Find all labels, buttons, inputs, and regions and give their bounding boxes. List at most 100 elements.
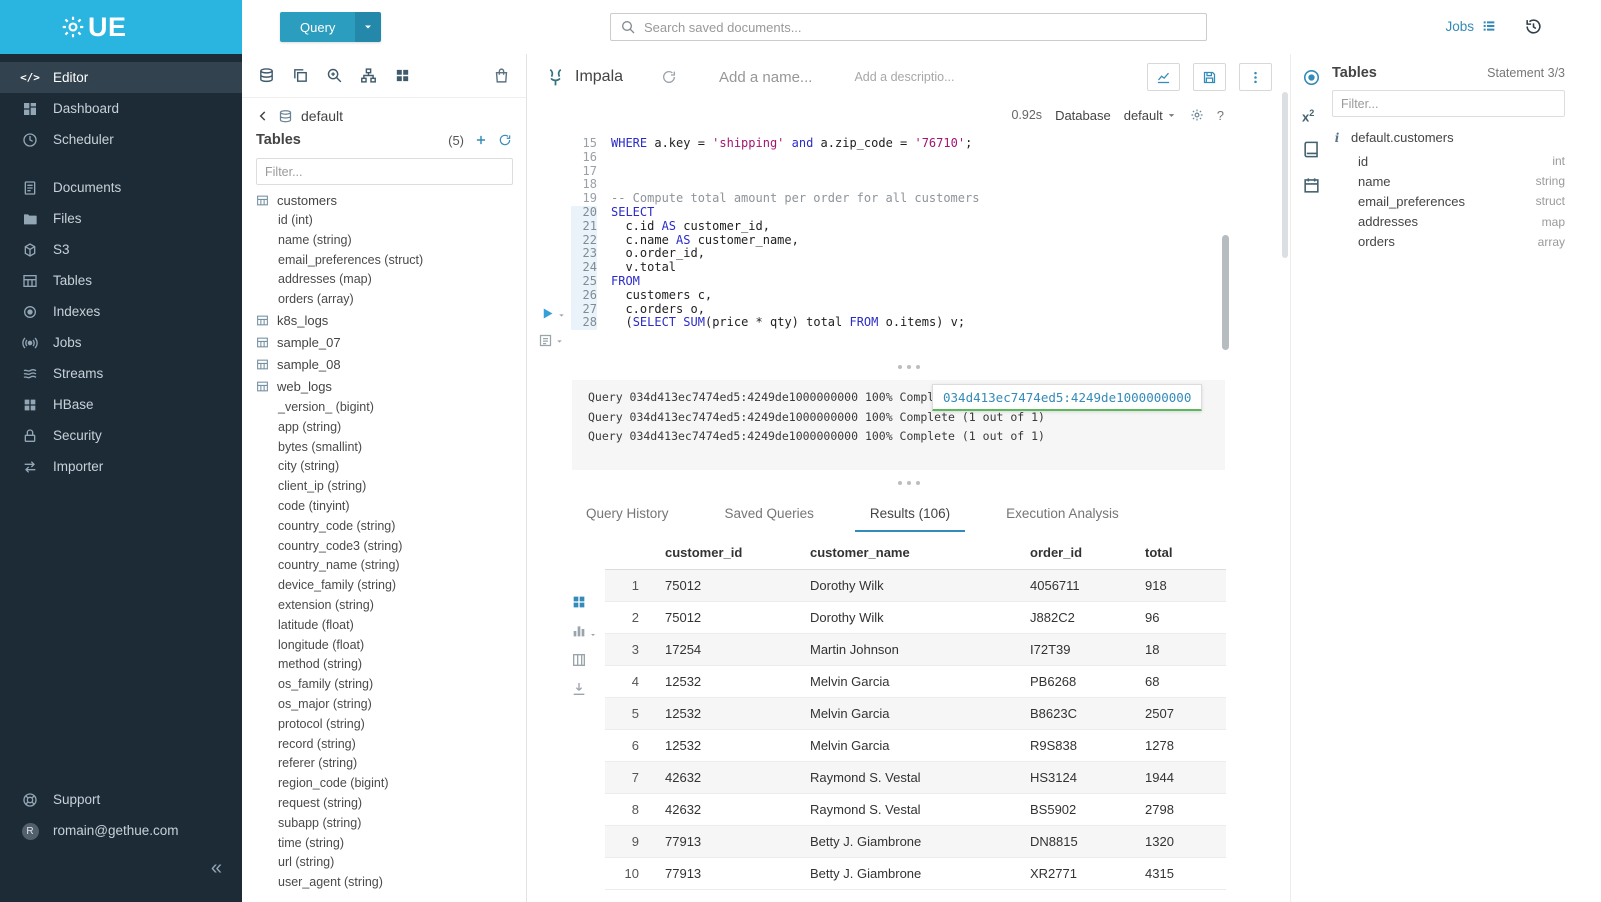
- result-row[interactable]: 1077913Betty J. GiambroneXR27714315: [605, 858, 1226, 890]
- assist-column[interactable]: country_code (string): [242, 517, 526, 537]
- x2-icon[interactable]: x2: [1302, 104, 1321, 123]
- refresh-tables-icon[interactable]: [498, 133, 512, 147]
- assist-column[interactable]: extension (string): [242, 596, 526, 616]
- sidebar-item-user[interactable]: R romain@gethue.com: [0, 815, 242, 846]
- column-header-order_id[interactable]: order_id: [1020, 536, 1135, 570]
- code-scrollbar[interactable]: [1222, 235, 1229, 350]
- bag-icon[interactable]: [493, 67, 510, 84]
- assist-column[interactable]: country_code3 (string): [242, 537, 526, 557]
- editor-options-icon[interactable]: [538, 333, 553, 348]
- jobs-link[interactable]: Jobs: [1445, 18, 1497, 34]
- assist-column[interactable]: subapp (string): [242, 814, 526, 834]
- download-icon[interactable]: [571, 681, 587, 697]
- assist-column[interactable]: referer (string): [242, 754, 526, 774]
- tab-results-106-[interactable]: Results (106): [855, 496, 965, 532]
- info-icon[interactable]: i: [1332, 131, 1342, 145]
- chart-button[interactable]: [1147, 63, 1180, 91]
- assist-column[interactable]: app (string): [242, 418, 526, 438]
- result-row[interactable]: 742632Raymond S. VestalHS31241944: [605, 762, 1226, 794]
- sitemap-icon[interactable]: [360, 67, 377, 84]
- code-content[interactable]: WHERE a.key = 'shipping' and a.zip_code …: [605, 137, 1290, 354]
- assist-column[interactable]: protocol (string): [242, 715, 526, 735]
- book-icon[interactable]: [1302, 140, 1321, 159]
- assist-column[interactable]: user_agent (string): [242, 873, 526, 893]
- columns-icon[interactable]: [571, 652, 587, 668]
- assist-table-customers[interactable]: customers: [242, 189, 526, 211]
- help-icon[interactable]: ?: [1217, 108, 1224, 123]
- search-input[interactable]: [644, 20, 1197, 35]
- query-history-icon[interactable]: [1524, 17, 1543, 36]
- result-row[interactable]: 275012Dorothy WilkJ882C296: [605, 602, 1226, 634]
- result-row[interactable]: 317254Martin JohnsonI72T3918: [605, 634, 1226, 666]
- sidebar-item-support[interactable]: Support: [0, 784, 242, 815]
- result-row[interactable]: 612532Melvin GarciaR9S8381278: [605, 730, 1226, 762]
- sidebar-item-files[interactable]: Files: [0, 203, 242, 234]
- right-panel-column-name[interactable]: namestring: [1332, 171, 1565, 191]
- sidebar-collapse-button[interactable]: «: [211, 858, 222, 878]
- tab-saved-queries[interactable]: Saved Queries: [710, 496, 829, 532]
- search-plus-icon[interactable]: [326, 67, 343, 84]
- db-icon[interactable]: [258, 67, 275, 84]
- settings-gear-icon[interactable]: [1190, 108, 1204, 122]
- hue-logo[interactable]: UE: [0, 0, 242, 54]
- assistant-icon[interactable]: [1302, 68, 1321, 87]
- assist-table-sample_07[interactable]: sample_07: [242, 332, 526, 354]
- sidebar-item-indexes[interactable]: Indexes: [0, 296, 242, 327]
- assist-column[interactable]: method (string): [242, 655, 526, 675]
- assist-column[interactable]: name (string): [242, 231, 526, 251]
- sidebar-item-hbase[interactable]: HBase: [0, 389, 242, 420]
- sidebar-item-jobs[interactable]: Jobs: [0, 327, 242, 358]
- column-header-customer_id[interactable]: customer_id: [655, 536, 800, 570]
- assist-column[interactable]: client_ip (string): [242, 477, 526, 497]
- result-row[interactable]: 842632Raymond S. VestalBS59022798: [605, 794, 1226, 826]
- assist-table-k8s_logs[interactable]: k8s_logs: [242, 310, 526, 332]
- calendar-icon[interactable]: [1302, 176, 1321, 195]
- sidebar-item-scheduler[interactable]: Scheduler: [0, 124, 242, 155]
- sidebar-item-documents[interactable]: Documents: [0, 172, 242, 203]
- assist-column[interactable]: os_major (string): [242, 695, 526, 715]
- sidebar-item-streams[interactable]: Streams: [0, 358, 242, 389]
- assist-column[interactable]: country_name (string): [242, 556, 526, 576]
- add-table-icon[interactable]: [474, 133, 488, 147]
- grid-icon[interactable]: [394, 67, 411, 84]
- assist-column[interactable]: url (string): [242, 853, 526, 873]
- assist-column[interactable]: os_family (string): [242, 675, 526, 695]
- new-query-caret-button[interactable]: [355, 12, 381, 42]
- result-row[interactable]: 175012Dorothy Wilk4056711918: [605, 570, 1226, 602]
- grid-sm-icon[interactable]: [571, 594, 587, 610]
- resize-handle-top[interactable]: [527, 354, 1290, 380]
- assist-column[interactable]: orders (array): [242, 290, 526, 310]
- sidebar-item-tables[interactable]: Tables: [0, 265, 242, 296]
- assist-column[interactable]: longitude (float): [242, 636, 526, 656]
- assist-column[interactable]: city (string): [242, 457, 526, 477]
- right-panel-filter-input[interactable]: [1332, 90, 1565, 117]
- bar-chart-icon[interactable]: [571, 623, 587, 639]
- assist-column[interactable]: region_code (bigint): [242, 774, 526, 794]
- database-dropdown[interactable]: default: [1124, 108, 1177, 123]
- editor-options-caret-icon[interactable]: [555, 337, 564, 346]
- result-row[interactable]: 412532Melvin GarciaPB626868: [605, 666, 1226, 698]
- assist-table-web_logs[interactable]: web_logs: [242, 376, 526, 398]
- resize-handle-bottom[interactable]: [527, 470, 1290, 496]
- sidebar-item-dashboard[interactable]: Dashboard: [0, 93, 242, 124]
- editor-outer-scrollbar[interactable]: [1282, 92, 1288, 258]
- right-panel-column-email_preferences[interactable]: email_preferencesstruct: [1332, 191, 1565, 211]
- editor-history-icon[interactable]: [661, 69, 677, 85]
- assist-column[interactable]: _version_ (bigint): [242, 398, 526, 418]
- sidebar-item-editor[interactable]: </>Editor: [0, 62, 242, 93]
- tab-execution-analysis[interactable]: Execution Analysis: [991, 496, 1134, 532]
- code-editor[interactable]: 1516171819202122232425262728 WHERE a.key…: [527, 130, 1290, 354]
- query-name-field[interactable]: Add a name...: [719, 69, 812, 86]
- run-options-caret-icon[interactable]: [557, 311, 566, 320]
- sidebar-item-importer[interactable]: Importer: [0, 451, 242, 482]
- tab-query-history[interactable]: Query History: [571, 496, 684, 532]
- assist-column[interactable]: time (string): [242, 834, 526, 854]
- active-table-row[interactable]: i default.customers: [1332, 130, 1565, 145]
- assist-column[interactable]: record (string): [242, 735, 526, 755]
- run-query-button[interactable]: [540, 306, 555, 321]
- query-description-field[interactable]: Add a descriptio...: [854, 70, 954, 84]
- right-panel-column-addresses[interactable]: addressesmap: [1332, 212, 1565, 232]
- sidebar-item-s3[interactable]: S3: [0, 234, 242, 265]
- assist-column[interactable]: latitude (float): [242, 616, 526, 636]
- assist-column[interactable]: addresses (map): [242, 270, 526, 290]
